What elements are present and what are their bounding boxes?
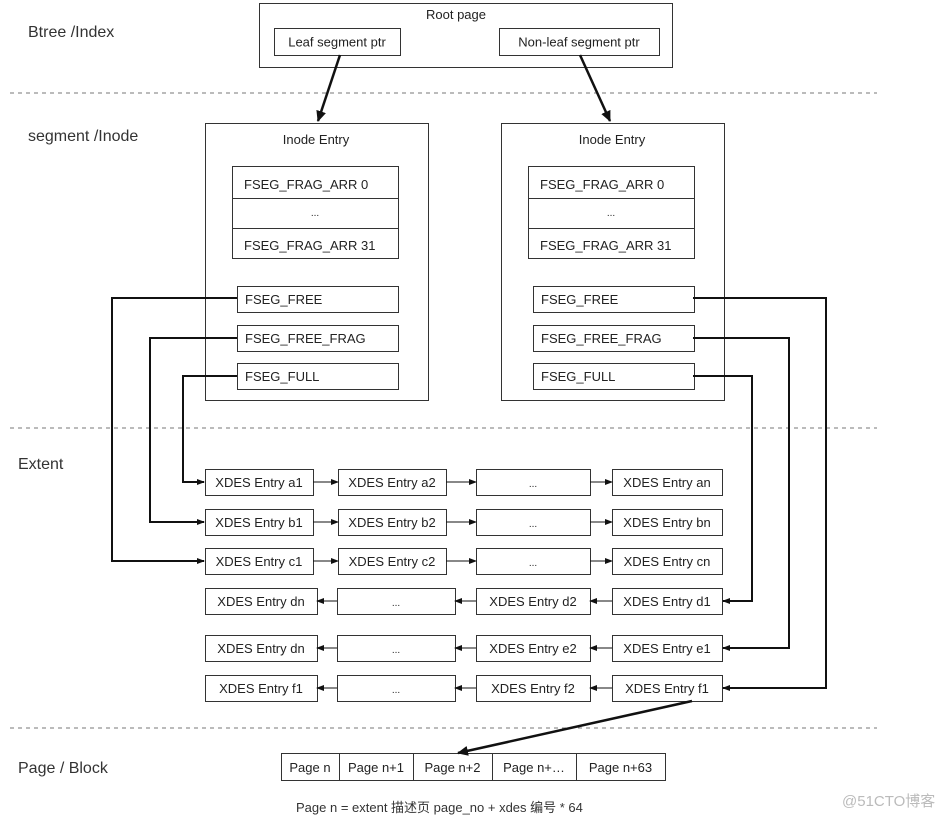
xdes-entry-label: ...: [529, 519, 537, 530]
xdes-entry-label: XDES Entry a2: [348, 475, 435, 490]
xdes-entry-label: XDES Entry c1: [216, 554, 303, 569]
fseg-list-label: FSEG_FREE_FRAG: [541, 331, 662, 346]
frag-array-item: ...: [311, 208, 319, 219]
xdes-entry-label: XDES Entry e1: [623, 641, 710, 656]
frag-array-item: FSEG_FRAG_ARR 31: [244, 238, 376, 253]
page-cell: Page n: [289, 760, 330, 775]
xdes-entry-label: XDES Entry f1: [625, 681, 709, 696]
layer-label-btree: Btree /Index: [28, 24, 115, 41]
xdes-entry-label: XDES Entry c2: [349, 554, 436, 569]
xdes-entry-label: XDES Entry an: [623, 475, 710, 490]
leaf-segment-ptr-label: Leaf segment ptr: [288, 35, 386, 50]
page-formula: Page n = extent 描述页 page_no + xdes 编号 * …: [296, 800, 583, 815]
layer-label-page: Page / Block: [18, 760, 108, 777]
xdes-entry-label: XDES Entry b1: [215, 515, 302, 530]
root-page-title: Root page: [426, 7, 486, 22]
frag-array-item: ...: [607, 208, 615, 219]
page-cell: Page n+1: [348, 760, 404, 775]
frag-array-item: FSEG_FRAG_ARR 31: [540, 238, 672, 253]
frag-array-item: FSEG_FRAG_ARR 0: [540, 177, 664, 192]
fseg-list-label: FSEG_FULL: [541, 369, 615, 384]
xdes-entry-label: XDES Entry f1: [219, 681, 303, 696]
fseg-list-label: FSEG_FREE: [245, 292, 323, 307]
xdes-entry-label: XDES Entry bn: [623, 515, 710, 530]
page-cell: Page n+…: [503, 760, 565, 775]
xdes-entry-label: XDES Entry d2: [489, 594, 576, 609]
inode-entry-title: Inode Entry: [579, 132, 646, 147]
inode-entry-box: [205, 123, 429, 401]
xdes-entry-label: XDES Entry b2: [348, 515, 435, 530]
fseg-list-label: FSEG_FREE: [541, 292, 619, 307]
xdes-entry-label: ...: [529, 558, 537, 569]
layer-label-segment: segment /Inode: [28, 128, 139, 145]
layer-label-extent: Extent: [18, 456, 64, 473]
page-cell: Page n+2: [424, 760, 480, 775]
xdes-entry-label: ...: [529, 479, 537, 490]
frag-array-item: FSEG_FRAG_ARR 0: [244, 177, 368, 192]
xdes-entry-label: XDES Entry f2: [491, 681, 575, 696]
diagram-canvas: Root page Leaf segment ptr Non-leaf segmen…: [10, 3, 877, 781]
fseg-list-label: FSEG_FREE_FRAG: [245, 331, 366, 346]
xdes-entry-label: XDES Entry dn: [217, 594, 304, 609]
xdes-entry-label: XDES Entry dn: [217, 641, 304, 656]
xdes-entry-label: XDES Entry e2: [489, 641, 576, 656]
xdes-entry-label: ...: [392, 598, 400, 609]
xdes-entry-label: ...: [392, 645, 400, 656]
inode-entry-title: Inode Entry: [283, 132, 350, 147]
xdes-entry-label: ...: [392, 685, 400, 696]
xdes-entry-label: XDES Entry a1: [215, 475, 302, 490]
xdes-entry-label: XDES Entry cn: [624, 554, 711, 569]
xdes-entry-label: XDES Entry d1: [623, 594, 710, 609]
nonleaf-segment-ptr-label: Non-leaf segment ptr: [518, 35, 640, 50]
inode-entry-box: [501, 123, 725, 401]
fseg-list-label: FSEG_FULL: [245, 369, 319, 384]
page-cell: Page n+63: [589, 760, 652, 775]
innodb-space-diagram: Root page Leaf segment ptr Non-leaf segmen…: [0, 0, 950, 817]
watermark: @51CTO博客: [842, 793, 936, 810]
xdes-to-page-arrow: [457, 699, 693, 756]
